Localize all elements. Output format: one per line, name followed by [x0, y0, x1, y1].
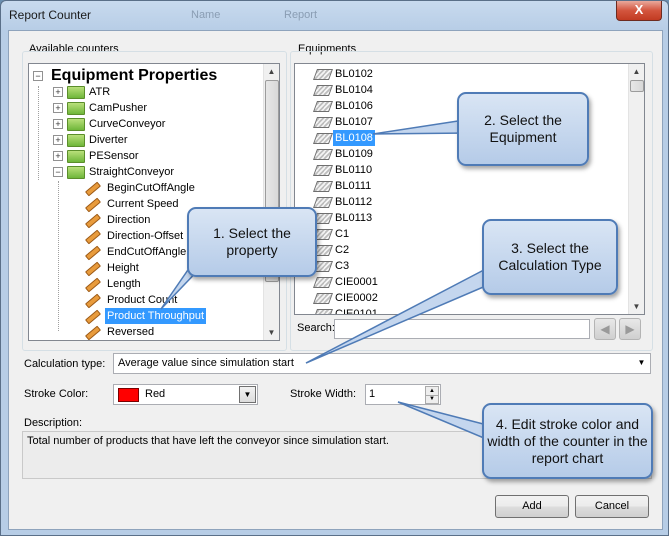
folder-icon — [67, 102, 85, 115]
stroke-color-label: Stroke Color: — [24, 388, 89, 400]
tree-root-label: Equipment Properties — [51, 67, 218, 84]
callout-select-equipment: 2. Select the Equipment — [457, 92, 589, 166]
expand-icon[interactable]: + — [53, 151, 63, 161]
callout-select-calculation-type: 3. Select the Calculation Type — [482, 219, 618, 295]
pencil-icon — [84, 309, 102, 325]
pencil-icon — [84, 293, 102, 309]
stroke-width-stepper[interactable]: 1 ▲ ▼ — [365, 384, 441, 405]
stroke-color-select[interactable]: Red ▼ — [113, 384, 258, 405]
window-title: Report Counter — [9, 8, 92, 22]
cancel-button[interactable]: Cancel — [575, 495, 649, 518]
collapse-icon[interactable]: − — [53, 167, 63, 177]
stroke-width-value: 1 — [369, 388, 376, 400]
add-button[interactable]: Add — [495, 495, 569, 518]
pencil-icon — [84, 181, 102, 197]
background-tab-name: Name — [191, 9, 221, 21]
equipment-icon — [312, 101, 334, 112]
tree-group-label: ATR — [89, 86, 111, 98]
counters-tree[interactable]: − Equipment Properties + ATR + CamPusher… — [28, 63, 280, 341]
equipment-icon — [312, 197, 334, 208]
pencil-icon — [84, 213, 102, 229]
tree-group-label: StraightConveyor — [89, 166, 174, 178]
equipment-icon — [312, 69, 334, 80]
expand-icon[interactable]: + — [53, 119, 63, 129]
tree-group-label: CurveConveyor — [89, 118, 166, 130]
folder-icon — [67, 86, 85, 99]
pencil-icon — [84, 277, 102, 293]
property-label: Product Count — [107, 294, 178, 306]
equipment-icon — [312, 133, 334, 144]
equipment-icon — [312, 293, 334, 304]
equipment-icon — [312, 165, 334, 176]
callout-select-property: 1. Select the property — [187, 207, 317, 277]
property-label: Length — [107, 278, 141, 290]
property-label: Height — [107, 262, 139, 274]
folder-icon — [67, 150, 85, 163]
property-label: Direction — [107, 214, 151, 226]
scroll-down-icon[interactable]: ▼ — [264, 325, 279, 340]
equipment-icon — [312, 309, 334, 314]
background-tab-report: Report — [284, 9, 318, 21]
scroll-thumb[interactable] — [630, 80, 644, 92]
description-text: Total number of products that have left … — [27, 435, 389, 447]
close-button[interactable]: X — [616, 1, 662, 21]
equipment-icon — [312, 181, 334, 192]
property-label: Current Speed — [107, 198, 179, 210]
spin-down-icon[interactable]: ▼ — [425, 395, 439, 404]
search-input[interactable] — [334, 319, 590, 339]
previous-arrow-icon[interactable]: ◀ — [594, 318, 616, 340]
stroke-color-value: Red — [145, 388, 166, 400]
expand-icon[interactable]: + — [53, 87, 63, 97]
scroll-up-icon[interactable]: ▲ — [264, 64, 279, 79]
tree-group-label: CamPusher — [89, 102, 148, 114]
expand-icon[interactable]: + — [53, 103, 63, 113]
equipment-icon — [312, 117, 334, 128]
callout-edit-stroke: 4. Edit stroke color and width of the co… — [482, 403, 653, 479]
tree-group-label: Diverter — [89, 134, 128, 146]
equipments-scrollbar[interactable]: ▲ ▼ — [628, 64, 644, 314]
color-swatch — [118, 388, 139, 402]
calculation-type-value: Average value since simulation start — [118, 357, 294, 369]
collapse-icon[interactable]: − — [33, 71, 43, 81]
report-counter-window: Report Counter Name Report X Available c… — [0, 0, 669, 536]
next-arrow-icon[interactable]: ▶ — [619, 318, 641, 340]
pencil-icon — [84, 197, 102, 213]
property-label: Product Throughput — [105, 308, 207, 324]
title-bar[interactable]: Report Counter Name Report X — [1, 1, 668, 29]
property-label: BeginCutOffAngle — [107, 182, 195, 194]
folder-icon — [67, 134, 85, 147]
pencil-icon — [84, 261, 102, 277]
stroke-width-label: Stroke Width: — [290, 388, 357, 400]
scroll-up-icon[interactable]: ▲ — [629, 64, 644, 79]
description-label: Description: — [24, 417, 83, 429]
folder-icon — [67, 118, 85, 131]
pencil-icon — [84, 245, 102, 261]
folder-icon — [67, 166, 85, 179]
counters-scrollbar[interactable]: ▲ ▼ — [263, 64, 279, 340]
scroll-down-icon[interactable]: ▼ — [629, 299, 644, 314]
chevron-down-icon[interactable]: ▼ — [634, 355, 649, 370]
calculation-type-label: Calculation type: — [24, 358, 106, 370]
chevron-down-icon[interactable]: ▼ — [239, 386, 256, 403]
equipment-icon — [312, 85, 334, 96]
calculation-type-select[interactable]: Average value since simulation start ▼ — [113, 353, 651, 374]
tree-group-label: PESensor — [89, 150, 139, 162]
equipment-icon — [312, 149, 334, 160]
property-label: EndCutOffAngle — [107, 246, 187, 258]
expand-icon[interactable]: + — [53, 135, 63, 145]
search-label: Search: — [297, 322, 335, 334]
equipment-icon — [312, 277, 334, 288]
pencil-icon — [84, 325, 102, 340]
property-label: Reversed — [107, 326, 155, 338]
pencil-icon — [84, 229, 102, 245]
property-label: Direction-Offset — [107, 230, 184, 242]
